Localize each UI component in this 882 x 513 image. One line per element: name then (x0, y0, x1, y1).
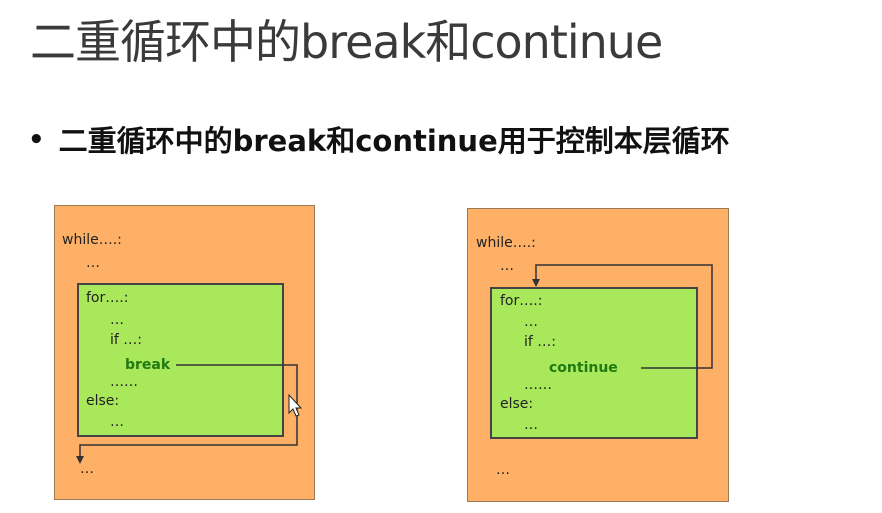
flow-arrows (76, 264, 713, 464)
break-arrow (76, 364, 298, 464)
continue-arrow (532, 264, 713, 369)
mouse-cursor-icon (288, 393, 303, 417)
